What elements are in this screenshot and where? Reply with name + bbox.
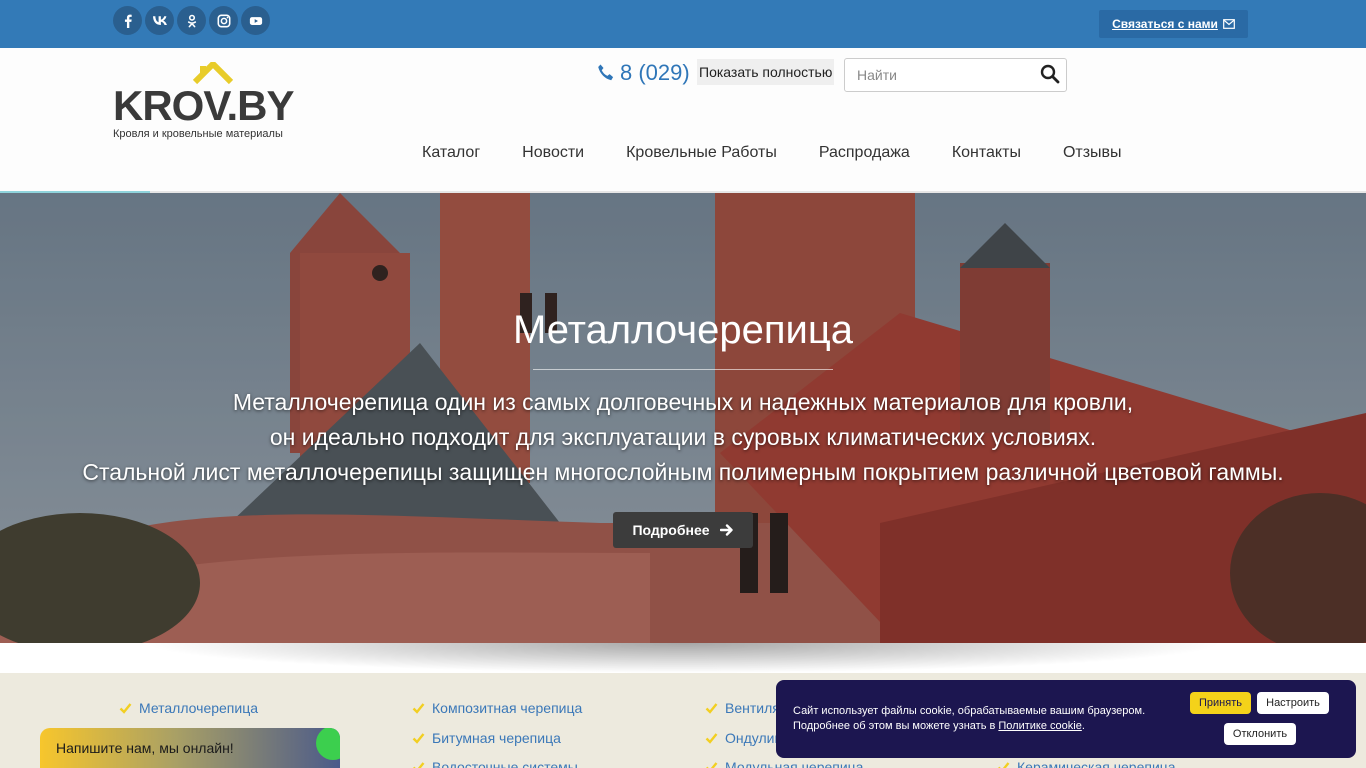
cookie-accept-button[interactable]: Принять	[1190, 692, 1251, 714]
social-links	[113, 6, 270, 35]
more-details-button[interactable]: Подробнее	[613, 512, 753, 548]
facebook-icon[interactable]	[113, 6, 142, 35]
category-item[interactable]: Композитная черепица	[412, 700, 582, 716]
phone-text: 8 (029)	[620, 60, 690, 85]
category-label: Ондулин	[725, 730, 783, 746]
instagram-icon[interactable]	[209, 6, 238, 35]
envelope-icon	[1223, 19, 1235, 29]
category-item[interactable]: Ондулин	[705, 730, 782, 746]
cookie-decline-button[interactable]: Отклонить	[1224, 723, 1296, 745]
hero-text-line: Металлочерепица один из самых долговечны…	[232, 389, 1134, 415]
hero-shadow	[140, 643, 1226, 673]
search-box	[844, 58, 1067, 92]
chat-label: Напишите нам, мы онлайн!	[56, 740, 234, 756]
category-item[interactable]: Битумная черепица	[412, 730, 561, 746]
category-item[interactable]: Модульная черепица	[705, 759, 863, 768]
category-label: Металлочерепица	[139, 700, 259, 716]
arrow-right-icon	[719, 524, 733, 536]
category-label: Композитная черепица	[432, 700, 583, 716]
search-input[interactable]	[845, 59, 1035, 91]
nav-catalog[interactable]: Каталог	[401, 143, 501, 163]
search-icon[interactable]	[1040, 64, 1060, 84]
odnoklassniki-icon[interactable]	[177, 6, 206, 35]
check-icon	[998, 762, 1010, 768]
hero-description: Металлочерепица один из самых долговечны…	[0, 385, 1366, 490]
cookie-policy-link[interactable]: Политике cookie	[998, 720, 1081, 732]
cookie-message: Сайт использует файлы cookie, обрабатыва…	[793, 704, 1163, 734]
phone-number[interactable]: 8 (029)	[596, 60, 690, 86]
contact-us-label: Связаться с нами	[1112, 17, 1218, 31]
check-icon	[119, 703, 132, 714]
show-full-number-button[interactable]: Показать полностью	[697, 59, 835, 85]
youtube-icon[interactable]	[241, 6, 270, 35]
phone-icon	[598, 64, 614, 81]
category-label: Водосточные системы	[432, 759, 578, 768]
check-icon	[412, 703, 425, 714]
online-status-indicator	[316, 728, 340, 760]
check-icon	[413, 762, 425, 768]
main-nav: Каталог Новости Кровельные Работы Распро…	[401, 143, 1143, 163]
category-label: Битумная черепица	[432, 730, 561, 746]
hero-slider: Металлочерепица Металлочерепица один из …	[0, 193, 1366, 643]
hero-divider	[533, 369, 833, 370]
category-item[interactable]: Водосточные системы	[412, 759, 578, 768]
check-icon	[705, 733, 718, 744]
logo-text: KROV.BY	[113, 82, 295, 129]
nav-roofing-works[interactable]: Кровельные Работы	[605, 143, 798, 163]
nav-news[interactable]: Новости	[501, 143, 605, 163]
cookie-banner: Сайт использует файлы cookie, обрабатыва…	[776, 680, 1356, 758]
vk-icon[interactable]	[145, 6, 174, 35]
contact-us-button[interactable]: Связаться с нами	[1099, 10, 1248, 38]
category-label: Керамическая черепица	[1017, 759, 1176, 768]
cookie-settings-button[interactable]: Настроить	[1257, 692, 1329, 714]
category-label: Модульная черепица	[725, 759, 864, 768]
category-item[interactable]: Металлочерепица	[119, 700, 258, 716]
check-icon	[706, 762, 718, 768]
logo-subtitle: Кровля и кровельные материалы	[113, 128, 283, 140]
hero-text-line: Стальной лист металлочерепицы защищен мн…	[82, 459, 1284, 485]
top-bar: Связаться с нами	[0, 0, 1366, 48]
hero-title: Металлочерепица	[512, 308, 854, 352]
check-icon	[705, 703, 718, 714]
cookie-text-after: .	[1081, 720, 1085, 732]
cookie-text-before: Сайт использует файлы cookie, обрабатыва…	[793, 705, 1146, 732]
nav-reviews[interactable]: Отзывы	[1042, 143, 1143, 163]
category-item[interactable]: Керамическая черепица	[997, 759, 1176, 768]
more-details-label: Подробнее	[632, 522, 710, 538]
hero-text-line: он идеально подходит для эксплуатации в …	[269, 424, 1097, 450]
online-chat-widget[interactable]: Напишите нам, мы онлайн!	[40, 728, 340, 768]
check-icon	[412, 733, 425, 744]
site-header: KROV.BY Кровля и кровельные материалы 8 …	[0, 48, 1366, 193]
nav-contacts[interactable]: Контакты	[931, 143, 1042, 163]
nav-sale[interactable]: Распродажа	[798, 143, 931, 163]
